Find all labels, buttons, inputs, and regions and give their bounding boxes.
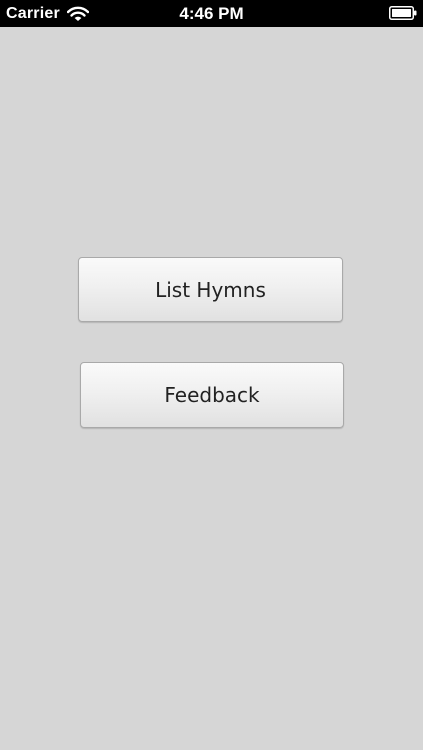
list-hymns-button[interactable]: List Hymns (78, 257, 343, 322)
feedback-button[interactable]: Feedback (80, 362, 344, 428)
status-bar: Carrier 4:46 PM (0, 0, 423, 27)
list-hymns-label: List Hymns (155, 277, 266, 302)
feedback-label: Feedback (164, 383, 260, 407)
battery-icon (389, 6, 417, 20)
status-time: 4:46 PM (179, 4, 244, 23)
main-screen: List Hymns Feedback (0, 27, 423, 750)
